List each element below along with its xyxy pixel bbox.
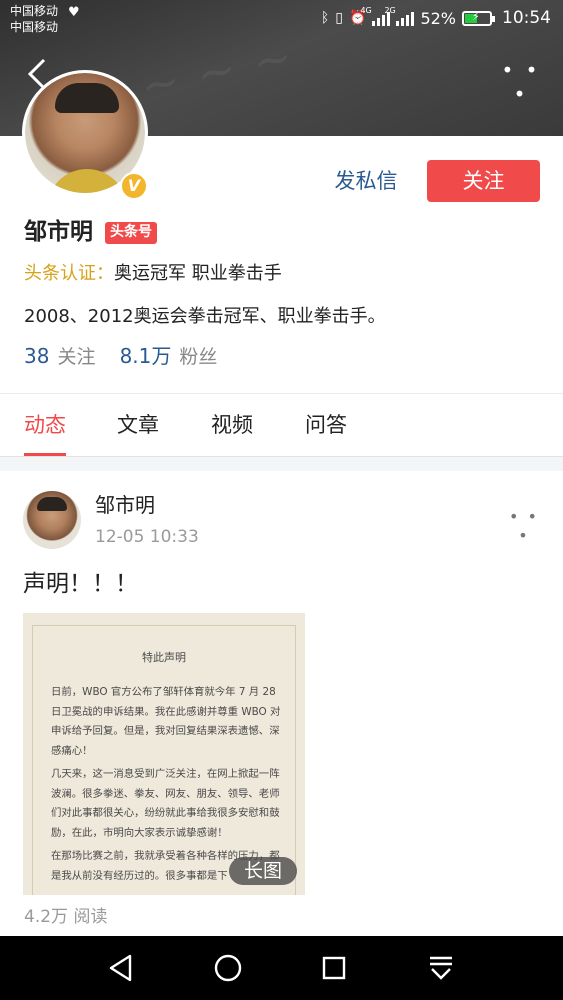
verification-line: 头条认证：奥运冠军 职业拳击手 <box>24 260 282 288</box>
long-image-tag: 长图 <box>229 857 297 885</box>
profile-description: 2008、2012奥运会拳击冠军、职业拳击手。 <box>24 306 386 327</box>
feed-post[interactable]: 邹市明 12-05 10:33 • • • 声明！！！ 特此声明 日前，WBO … <box>0 471 563 936</box>
battery-percent: 52% <box>420 8 456 28</box>
document-paragraph: 日前，WBO 官方公布了邹轩体育就今年 7 月 28 日卫冕战的申诉结果。我在此… <box>51 686 281 757</box>
carrier-1: 中国移动 <box>10 4 59 18</box>
notification-pull-icon[interactable] <box>423 950 459 986</box>
read-count: 4.2万 阅读 <box>24 907 108 927</box>
following-label[interactable]: 关注 <box>58 346 96 368</box>
tab-articles[interactable]: 文章 <box>117 394 159 456</box>
home-circle-icon[interactable] <box>210 950 246 986</box>
bluetooth-icon: ᛒ <box>320 10 330 26</box>
tab-dynamic[interactable]: 动态 <box>24 394 66 456</box>
network-type-2: 2G <box>384 6 396 15</box>
verification-value: 奥运冠军 职业拳击手 <box>114 263 282 284</box>
system-nav-bar <box>0 936 563 1000</box>
more-dots-icon[interactable]: • • • <box>501 58 541 106</box>
post-timestamp: 12-05 10:33 <box>95 527 199 547</box>
heart-hd-icon: ♥ <box>68 5 80 20</box>
post-author-avatar[interactable] <box>23 491 81 549</box>
vibrate-icon: ▯ <box>335 10 343 26</box>
charging-bolt-icon: ⚡ <box>472 9 480 23</box>
tab-videos[interactable]: 视频 <box>211 394 253 456</box>
follow-button[interactable]: 关注 <box>427 160 540 202</box>
battery-icon: ⚡ <box>462 9 495 26</box>
follow-stats: 38 关注 8.1万 粉丝 <box>24 341 235 372</box>
profile-name: 邹市明 <box>24 219 93 245</box>
following-count[interactable]: 38 <box>24 344 49 368</box>
post-more-icon[interactable]: • • • <box>509 507 539 545</box>
followers-count[interactable]: 8.1万 <box>120 344 172 368</box>
toutiao-account-tag: 头条号 <box>105 222 157 244</box>
verification-label: 头条认证： <box>24 263 114 284</box>
signal-icon-2: 2G <box>384 6 415 26</box>
clock: 10:54 <box>502 8 551 28</box>
tab-bar: 动态 文章 视频 问答 <box>0 393 563 457</box>
document-paragraph: 几天来，这一消息受到广泛关注，在网上掀起一阵波澜。很多拳迷、拳友、网友、朋友、领… <box>51 768 280 839</box>
verified-v-icon: V <box>120 172 148 200</box>
status-icons: ᛒ ▯ ⏰ 4G 2G 52% ⚡ 10:54 <box>321 5 551 31</box>
carrier-2: 中国移动 <box>10 20 59 34</box>
recents-square-icon[interactable] <box>316 950 352 986</box>
post-author-name[interactable]: 邹市明 <box>95 491 155 519</box>
carrier-info: 中国移动 中国移动 ♥ <box>10 3 80 35</box>
post-text: 声明！！！ <box>23 571 138 597</box>
followers-label[interactable]: 粉丝 <box>179 346 217 368</box>
network-type-1: 4G <box>360 6 372 15</box>
message-button[interactable]: 发私信 <box>318 160 414 202</box>
document-title: 特此声明 <box>142 651 186 664</box>
tab-qa[interactable]: 问答 <box>305 394 347 456</box>
back-triangle-icon[interactable] <box>104 950 140 986</box>
header-background-pattern: ~ ~ ~ <box>136 28 299 114</box>
status-bar: 中国移动 中国移动 ♥ ᛒ ▯ ⏰ 4G 2G 52% ⚡ 10:54 <box>0 0 563 38</box>
post-image[interactable]: 特此声明 日前，WBO 官方公布了邹轩体育就今年 7 月 28 日卫冕战的申诉结… <box>23 613 305 895</box>
